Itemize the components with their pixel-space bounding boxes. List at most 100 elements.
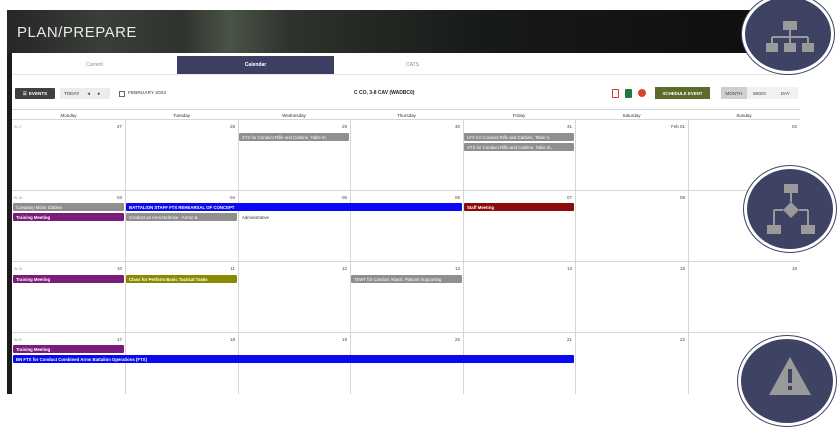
view-day-button[interactable]: DAY — [772, 87, 798, 99]
divider — [575, 191, 576, 261]
day-number[interactable]: 17 — [102, 337, 122, 342]
divider — [125, 333, 126, 394]
hierarchy-badge[interactable] — [742, 0, 834, 74]
day-number[interactable]: 08 — [665, 195, 685, 200]
warning-badge[interactable] — [738, 336, 836, 426]
app-window: PLAN/PREPARE Current Calendar CATS ☰ EVE… — [7, 10, 800, 394]
events-button[interactable]: ☰ EVENTS — [15, 88, 55, 99]
day-number[interactable]: 30 — [440, 124, 460, 129]
day-number[interactable]: 03 — [102, 195, 122, 200]
day-number[interactable]: 18 — [215, 337, 235, 342]
calendar-event[interactable]: STX for Conduct Rifle and Carbine, Table… — [239, 133, 349, 141]
day-number[interactable]: 28 — [215, 124, 235, 129]
weekday-label: Thursday — [397, 112, 416, 118]
calendar-event[interactable]: LFX for Conduct Rifle and Carbine, Table… — [464, 133, 574, 141]
pdf-icon[interactable] — [612, 89, 619, 98]
weekday-label: Friday — [512, 112, 526, 118]
powerpoint-icon[interactable] — [638, 89, 646, 97]
week-row: W 19 10 11 12 13 14 15 16 Training Meeti… — [12, 262, 800, 333]
divider — [350, 120, 351, 190]
calendar-event[interactable]: BN FTX for Conduct Combined Arms Battali… — [13, 355, 574, 363]
divider — [463, 262, 464, 332]
calendar-event[interactable]: Training Meeting — [13, 213, 124, 221]
divider — [350, 191, 351, 261]
calendar-event[interactable]: STX for Conduct Rifle and Carbine, Table… — [464, 143, 574, 151]
tab-cats[interactable]: CATS — [334, 56, 491, 74]
tab-calendar[interactable]: Calendar — [177, 56, 334, 74]
day-number[interactable]: 07 — [552, 195, 572, 200]
view-month-button[interactable]: MONTH — [721, 87, 747, 99]
divider — [238, 333, 239, 394]
weekday-header: Monday Tuesday Wednesday Thursday Friday… — [12, 109, 800, 120]
calendar-event[interactable]: TEWT for Conduct Attack: Platoon Support… — [351, 275, 462, 283]
day-number[interactable]: 19 — [327, 337, 347, 342]
calendar-event[interactable]: Training Meeting — [13, 275, 124, 283]
divider — [238, 191, 239, 261]
unit-label: C CO, 3-8 CAV (WADBC0) — [354, 90, 415, 96]
divider — [463, 333, 464, 394]
divider — [238, 262, 239, 332]
tab-bar: Current Calendar CATS — [12, 53, 800, 75]
day-number[interactable]: 29 — [327, 124, 347, 129]
divider — [463, 120, 464, 190]
weekday-label: Tuesday — [172, 112, 191, 118]
divider — [688, 191, 689, 261]
divider — [463, 191, 464, 261]
divider — [688, 262, 689, 332]
week-number: W 17 — [14, 125, 23, 129]
calendar-event[interactable]: Conduct an Area Defense - Armor & — [126, 213, 237, 221]
day-number[interactable]: 05 — [327, 195, 347, 200]
divider — [575, 262, 576, 332]
month-label: FEBRUARY 2023 — [128, 91, 166, 96]
calendar-event[interactable]: Administrative — [239, 213, 349, 221]
today-button[interactable]: TODAY — [64, 91, 79, 96]
day-number[interactable]: 14 — [552, 266, 572, 271]
day-number[interactable]: Feb 01 — [665, 124, 685, 129]
day-number[interactable]: 27 — [102, 124, 122, 129]
tab-current[interactable]: Current — [12, 56, 177, 74]
divider — [125, 191, 126, 261]
workflow-badge[interactable] — [744, 166, 836, 252]
day-number[interactable]: 11 — [215, 266, 235, 271]
prev-arrow-icon[interactable]: ◂ — [87, 91, 90, 97]
view-week-button[interactable]: WEEK — [747, 87, 773, 99]
calendar-icon — [119, 90, 125, 97]
day-number[interactable]: 22 — [665, 337, 685, 342]
calendar-event[interactable]: Company Motor Stables — [13, 203, 124, 211]
day-number[interactable]: 31 — [552, 124, 572, 129]
warning-icon — [769, 357, 811, 395]
divider — [350, 262, 351, 332]
page-banner: PLAN/PREPARE — [7, 10, 800, 53]
month-picker[interactable]: FEBRUARY 2023 — [119, 89, 166, 98]
page-title: PLAN/PREPARE — [17, 24, 137, 41]
view-switcher: MONTH WEEK DAY — [721, 87, 798, 99]
calendar-event[interactable]: BATTALION STAFF FTX REHEARSAL OF CONCEPT — [126, 203, 462, 211]
day-number[interactable]: 16 — [777, 266, 797, 271]
day-number[interactable]: 15 — [665, 266, 685, 271]
day-number[interactable]: 20 — [440, 337, 460, 342]
next-arrow-icon[interactable]: ▸ — [98, 91, 101, 97]
calendar-event[interactable]: Staff Meeting — [464, 203, 574, 211]
schedule-event-button[interactable]: SCHEDULE EVENT — [655, 87, 710, 99]
day-number[interactable]: 04 — [215, 195, 235, 200]
week-number: W 19 — [14, 267, 23, 271]
day-number[interactable]: 06 — [440, 195, 460, 200]
day-number[interactable]: 10 — [102, 266, 122, 271]
excel-icon[interactable] — [625, 89, 632, 98]
hierarchy-icon — [766, 21, 814, 52]
week-number: W 18 — [14, 196, 23, 200]
day-number[interactable]: 21 — [552, 337, 572, 342]
day-number[interactable]: 12 — [327, 266, 347, 271]
weekday-label: Saturday — [622, 112, 641, 118]
day-number[interactable]: 02 — [777, 124, 797, 129]
week-number: W 20 — [14, 338, 23, 342]
calendar-event[interactable]: Training Meeting — [13, 345, 124, 353]
weekday-label: Sunday — [736, 112, 752, 118]
divider — [125, 120, 126, 190]
week-row: W 18 03 04 05 06 07 08 09 Company Motor … — [12, 191, 800, 262]
events-label: EVENTS — [28, 91, 48, 96]
today-nav: TODAY ◂ ▸ — [60, 88, 110, 99]
day-number[interactable]: 13 — [440, 266, 460, 271]
calendar-event[interactable]: Class for Perform Basic Tactical Tasks — [126, 275, 237, 283]
weekday-label: Wednesday — [282, 112, 306, 118]
